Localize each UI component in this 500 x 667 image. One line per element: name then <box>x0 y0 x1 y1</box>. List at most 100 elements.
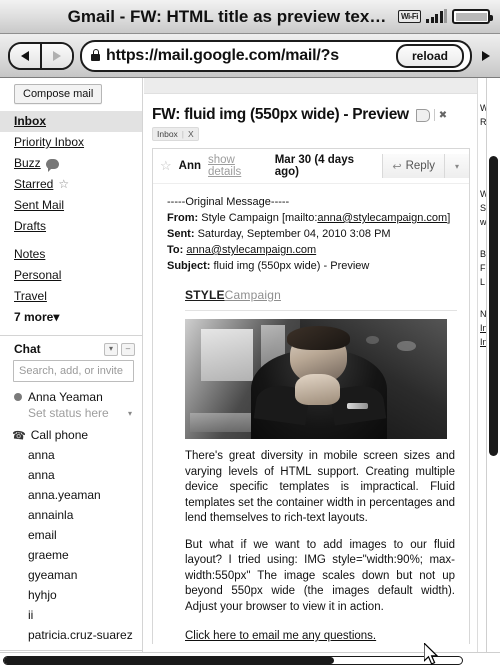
sidebar-item-label: Drafts <box>14 219 47 233</box>
subject-actions: ✖ <box>415 108 447 122</box>
compose-mail-button[interactable]: Compose mail <box>14 84 103 104</box>
list-item[interactable]: annainla <box>0 505 142 525</box>
sent-key: Sent: <box>167 228 195 240</box>
list-item[interactable]: anna.yeaman <box>0 485 142 505</box>
label-chip-row: Inbox | X <box>144 126 478 148</box>
from-tail: ] <box>447 212 451 224</box>
phone-icon: ☎ <box>11 428 27 443</box>
new-window-icon[interactable] <box>415 108 430 122</box>
to-email-link[interactable]: anna@stylecampaign.com <box>186 244 316 256</box>
sidebar-item-travel[interactable]: Travel <box>0 286 142 307</box>
sidebar-item-sent-mail[interactable]: Sent Mail <box>0 195 142 216</box>
to-key: To: <box>167 244 184 256</box>
label-list: Inbox Priority Inbox Buzz Starred ☆ Sent … <box>0 111 142 332</box>
sidebar-item-starred[interactable]: Starred ☆ <box>0 174 142 195</box>
vertical-scrollbar-thumb[interactable] <box>489 156 498 456</box>
chat-self-name: Anna Yeaman <box>28 390 103 404</box>
list-item[interactable]: graeme <box>0 545 142 565</box>
url-field[interactable]: https://mail.google.com/mail/?s reload <box>80 39 472 72</box>
status-bar: Gmail - FW: HTML title as preview tex… W… <box>0 0 500 34</box>
back-button[interactable] <box>10 43 40 68</box>
wifi-icon: Wi-Fi <box>398 10 421 23</box>
status-icon-group: Wi-Fi <box>398 9 493 24</box>
sidebar-item-priority-inbox[interactable]: Priority Inbox <box>0 132 142 153</box>
sidebar-item-notes[interactable]: Notes <box>0 244 142 265</box>
browser-toolbar: https://mail.google.com/mail/?s reload <box>0 34 500 78</box>
divider: | <box>181 129 185 139</box>
subject-key: Subject: <box>167 260 211 272</box>
reply-arrow-icon: ↩ <box>392 160 402 173</box>
from-value: Style Campaign [mailto: <box>201 212 318 224</box>
chat-header-buttons: ▾ – <box>104 342 135 356</box>
subject-row: FW: fluid img (550px wide) - Preview ✖ <box>144 94 478 126</box>
nav-button-group <box>8 41 74 70</box>
list-item[interactable]: ii <box>0 605 142 625</box>
subject-line: Subject: fluid img (550px wide) - Previe… <box>167 258 457 274</box>
photo-hair <box>287 326 351 351</box>
popout-icon[interactable]: ▾ <box>104 342 118 356</box>
call-phone-row[interactable]: ☎ Call phone <box>0 425 142 445</box>
logo-style: STYLE <box>185 288 225 302</box>
message-container: ☆ Ann show details Mar 30 (4 days ago) ↩… <box>152 148 470 644</box>
print-icon[interactable]: ✖ <box>439 110 447 121</box>
show-details-link[interactable]: show details <box>208 154 268 178</box>
email-questions-link[interactable]: Click here to email me any questions. <box>167 630 376 642</box>
sidebar-item-inbox[interactable]: Inbox <box>0 111 142 132</box>
mail-reading-pane: FW: fluid img (550px wide) - Preview ✖ I… <box>144 78 478 667</box>
list-item[interactable]: hyhjo <box>0 585 142 605</box>
reply-button-group: ↩ Reply ▾ <box>382 154 469 178</box>
sidebar-item-drafts[interactable]: Drafts <box>0 216 142 237</box>
reply-button[interactable]: ↩ Reply <box>383 154 444 178</box>
mobile-browser-window: Gmail - FW: HTML title as preview tex… W… <box>0 0 500 667</box>
sent-line: Sent: Saturday, September 04, 2010 3:08 … <box>167 226 457 242</box>
email-photo <box>185 319 447 439</box>
url-text: https://mail.google.com/mail/?s <box>106 46 339 64</box>
reply-label: Reply <box>405 160 435 172</box>
vertical-scrollbar[interactable] <box>486 78 500 667</box>
buzz-icon <box>45 158 59 172</box>
sidebar-item-label: Personal <box>14 268 62 282</box>
photo-watch <box>347 403 369 409</box>
close-icon[interactable]: X <box>188 129 194 139</box>
stylecampaign-logo[interactable]: STYLECampaign <box>167 274 457 310</box>
message-body: -----Original Message----- From: Style C… <box>153 184 469 644</box>
list-item[interactable]: anna <box>0 465 142 485</box>
horizontal-scrollbar-thumb[interactable] <box>3 656 463 665</box>
chat-search-input[interactable]: Search, add, or invite <box>13 360 134 382</box>
sidebar-item-buzz[interactable]: Buzz <box>0 153 142 174</box>
forward-button[interactable] <box>40 43 72 68</box>
list-item[interactable]: gyeaman <box>0 565 142 585</box>
chat-status-row[interactable]: Set status here ▾ <box>0 404 142 425</box>
list-item[interactable]: email <box>0 525 142 545</box>
star-outline-icon[interactable]: ☆ <box>160 158 172 174</box>
sidebar-item-personal[interactable]: Personal <box>0 265 142 286</box>
divider <box>433 109 435 121</box>
presence-dot-icon <box>14 393 22 401</box>
gmail-sidebar: Compose mail Inbox Priority Inbox Buzz S… <box>0 78 143 667</box>
minimize-icon[interactable]: – <box>121 342 135 356</box>
page-title: Gmail - FW: HTML title as preview tex… <box>67 6 387 26</box>
reload-button[interactable]: reload <box>395 43 464 68</box>
to-line: To: anna@stylecampaign.com <box>167 242 457 258</box>
from-email-link[interactable]: anna@stylecampaign.com <box>317 212 447 224</box>
reply-dropdown-button[interactable]: ▾ <box>444 154 469 178</box>
status-badge[interactable]: Inbox | X <box>152 127 199 141</box>
body-paragraph-2: But what if we want to add images to our… <box>185 538 455 613</box>
photo-lamp <box>397 340 416 352</box>
sidebar-more-labels[interactable]: 7 more▾ <box>0 307 142 328</box>
original-message-block: -----Original Message----- From: Style C… <box>167 194 457 274</box>
message-date: Mar 30 (4 days ago) <box>274 154 354 178</box>
body-paragraph-1: There's great diversity in mobile screen… <box>185 450 455 524</box>
list-item[interactable]: patricia.cruz-suarez <box>0 625 142 645</box>
sidebar-item-label: Starred <box>14 177 54 191</box>
page-viewport: Compose mail Inbox Priority Inbox Buzz S… <box>0 78 500 667</box>
chat-self-row[interactable]: Anna Yeaman <box>0 388 142 404</box>
mouse-cursor <box>424 643 439 665</box>
mail-subject: FW: fluid img (550px wide) - Preview <box>152 106 409 123</box>
from-key: From: <box>167 212 199 224</box>
call-phone-label: Call phone <box>30 428 89 442</box>
list-item[interactable]: anna <box>0 445 142 465</box>
sidebar-item-label: 7 more▾ <box>14 310 60 324</box>
url-expand-button[interactable] <box>478 50 492 61</box>
compose-area: Compose mail <box>0 78 142 111</box>
